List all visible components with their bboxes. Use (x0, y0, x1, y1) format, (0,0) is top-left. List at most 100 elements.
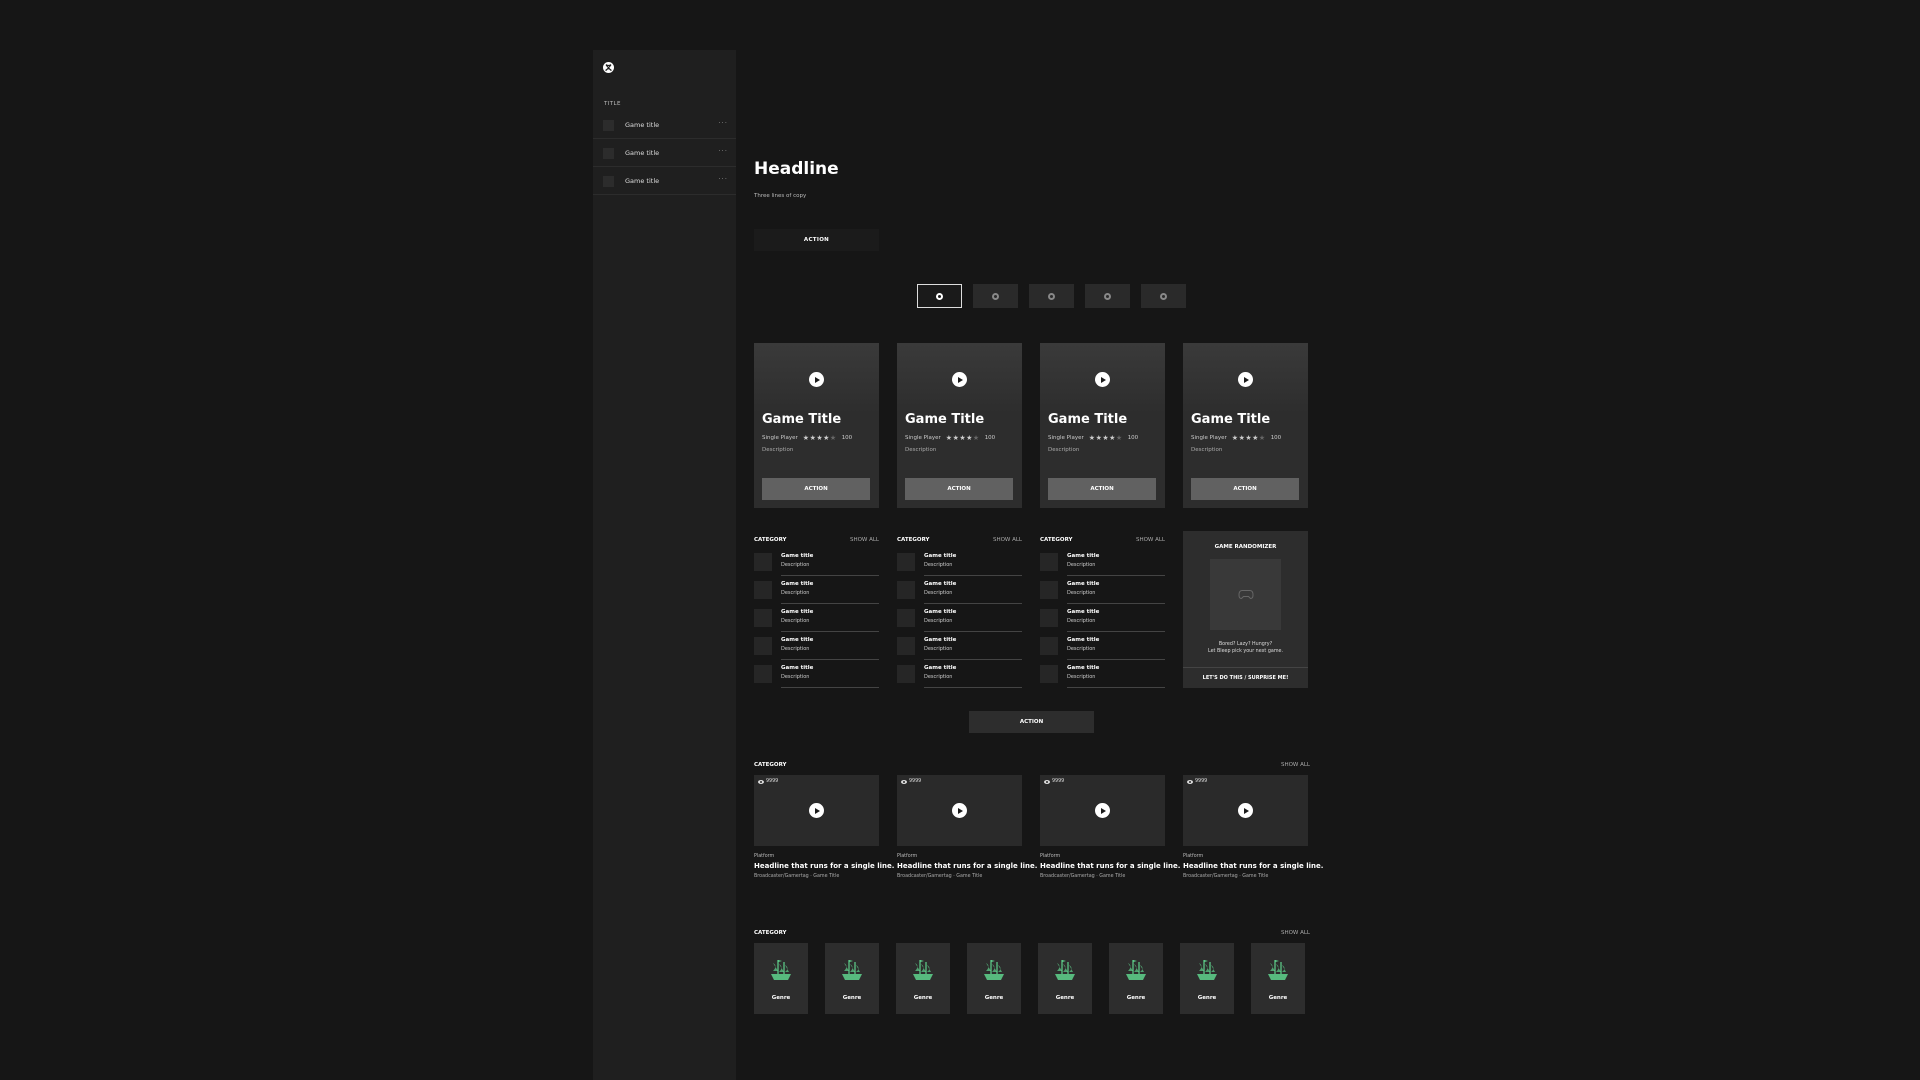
game-title: Game Title (1048, 412, 1128, 427)
list-item[interactable]: Game title Description (897, 634, 1022, 661)
pager-dot[interactable] (1029, 284, 1074, 308)
list-item-title: Game title (781, 581, 814, 587)
list-item[interactable]: Game title Description (1040, 662, 1165, 689)
list-item-description: Description (1067, 646, 1096, 652)
list-item[interactable]: Game title Description (754, 662, 879, 689)
list-item[interactable]: Game title Description (897, 662, 1022, 689)
genre-card[interactable]: Genre (896, 943, 950, 1014)
list-item-description: Description (781, 618, 810, 624)
video-headline[interactable]: Headline that runs for a single line. (1183, 862, 1323, 870)
game-card[interactable]: Game Title Single Player ★★★★★ 100 Descr… (897, 343, 1022, 508)
pager-dot[interactable] (1141, 284, 1186, 308)
list-item[interactable]: Game title Description (754, 606, 879, 633)
game-action-button[interactable]: ACTION (762, 478, 870, 500)
game-card[interactable]: Game Title Single Player ★★★★★ 100 Descr… (1040, 343, 1165, 508)
game-score: 100 (984, 435, 996, 441)
show-all-link[interactable]: SHOW ALL (850, 537, 879, 549)
pager-dot[interactable] (973, 284, 1018, 308)
video-meta: Broadcaster/Gamertag · Game Title (1040, 874, 1126, 879)
carousel-pager (917, 284, 1186, 308)
list-item[interactable]: Game title Description (1040, 578, 1165, 605)
play-icon[interactable] (1095, 372, 1110, 387)
game-description: Description (762, 447, 794, 453)
genre-card[interactable]: Genre (1038, 943, 1092, 1014)
pirate-ship-icon (984, 960, 1004, 980)
video-thumbnail[interactable]: 9999 (1183, 775, 1308, 846)
show-all-link[interactable]: SHOW ALL (993, 537, 1022, 549)
game-action-button[interactable]: ACTION (905, 478, 1013, 500)
dot-icon (1048, 292, 1055, 300)
video-thumbnail[interactable]: 9999 (1040, 775, 1165, 846)
pager-dot[interactable] (1085, 284, 1130, 308)
list-item[interactable]: Game title Description (1040, 550, 1165, 577)
video-thumbnail[interactable]: 9999 (754, 775, 879, 846)
star-rating: ★★★★★ (1089, 434, 1123, 442)
star-empty-icon: ★ (972, 434, 980, 442)
game-title: Game Title (1191, 412, 1271, 427)
video-headline[interactable]: Headline that runs for a single line. (1040, 862, 1180, 870)
play-icon[interactable] (952, 372, 967, 387)
game-thumbnail (897, 609, 915, 627)
controller-icon (1237, 590, 1254, 600)
genre-label: Genre (1197, 995, 1217, 1001)
surprise-me-button[interactable]: LET'S DO THIS / SURPRISE ME! (1183, 667, 1308, 688)
play-icon[interactable] (809, 803, 824, 818)
video-card[interactable]: 9999 Platform Headline that runs for a s… (1183, 775, 1323, 879)
list-item[interactable]: Game title Description (897, 550, 1022, 577)
list-item-description: Description (781, 674, 810, 680)
show-all-link[interactable]: SHOW ALL (1136, 537, 1165, 549)
game-action-button[interactable]: ACTION (1191, 478, 1299, 500)
video-card[interactable]: 9999 Platform Headline that runs for a s… (1040, 775, 1180, 879)
video-card[interactable]: 9999 Platform Headline that runs for a s… (754, 775, 894, 879)
game-card[interactable]: Game Title Single Player ★★★★★ 100 Descr… (1183, 343, 1308, 508)
genre-card[interactable]: Genre (825, 943, 879, 1014)
list-item-text: Game title Description (1067, 550, 1165, 576)
play-icon[interactable] (952, 803, 967, 818)
list-item[interactable]: Game title Description (754, 550, 879, 577)
category-title: CATEGORY (754, 762, 787, 768)
list-item[interactable]: Game title Description (1040, 606, 1165, 633)
category-list: CATEGORY SHOW ALL Game title Description G… (1040, 531, 1165, 689)
genre-card[interactable]: Genre (1180, 943, 1234, 1014)
play-icon[interactable] (1238, 803, 1253, 818)
hero-action-button[interactable]: ACTION (754, 229, 879, 251)
pager-dot[interactable] (917, 284, 962, 308)
game-action-button[interactable]: ACTION (1048, 478, 1156, 500)
category-title: CATEGORY (754, 930, 787, 936)
video-headline[interactable]: Headline that runs for a single line. (754, 862, 894, 870)
game-mode: Single Player (762, 435, 798, 441)
list-item[interactable]: Game title Description (754, 634, 879, 661)
list-item[interactable]: Game title Description (754, 578, 879, 605)
genre-label: Genre (984, 995, 1004, 1001)
list-item[interactable]: Game title Description (1040, 634, 1165, 661)
show-all-link[interactable]: SHOW ALL (1281, 930, 1310, 936)
list-item-title: Game title (924, 609, 957, 615)
video-thumbnail[interactable]: 9999 (897, 775, 1022, 846)
list-item[interactable]: Game title Description (897, 606, 1022, 633)
video-cards-row: 9999 Platform Headline that runs for a s… (754, 775, 1323, 879)
show-all-link[interactable]: SHOW ALL (1281, 762, 1310, 768)
play-icon[interactable] (1238, 372, 1253, 387)
list-item-title: Game title (1067, 553, 1100, 559)
list-item-text: Game title Description (781, 606, 879, 632)
genre-label: Genre (913, 995, 933, 1001)
game-card[interactable]: Game Title Single Player ★★★★★ 100 Descr… (754, 343, 879, 508)
list-header: CATEGORY SHOW ALL (897, 537, 1022, 549)
randomizer-text: Bored? Lazy? Hungry? Let Bleep pick your… (1183, 641, 1308, 655)
category-list: CATEGORY SHOW ALL Game title Description G… (897, 531, 1022, 689)
play-icon[interactable] (809, 372, 824, 387)
video-card[interactable]: 9999 Platform Headline that runs for a s… (897, 775, 1037, 879)
genre-card[interactable]: Genre (754, 943, 808, 1014)
video-platform: Platform (754, 854, 775, 859)
genre-card[interactable]: Genre (1251, 943, 1305, 1014)
genre-card[interactable]: Genre (967, 943, 1021, 1014)
list-item[interactable]: Game title Description (897, 578, 1022, 605)
list-item-title: Game title (1067, 581, 1100, 587)
load-more-action-button[interactable]: ACTION (969, 711, 1094, 733)
play-icon[interactable] (1095, 803, 1110, 818)
view-count: 9999 (1187, 779, 1207, 784)
eye-icon (901, 779, 907, 784)
video-headline[interactable]: Headline that runs for a single line. (897, 862, 1037, 870)
genre-card[interactable]: Genre (1109, 943, 1163, 1014)
star-rating: ★★★★★ (946, 434, 980, 442)
